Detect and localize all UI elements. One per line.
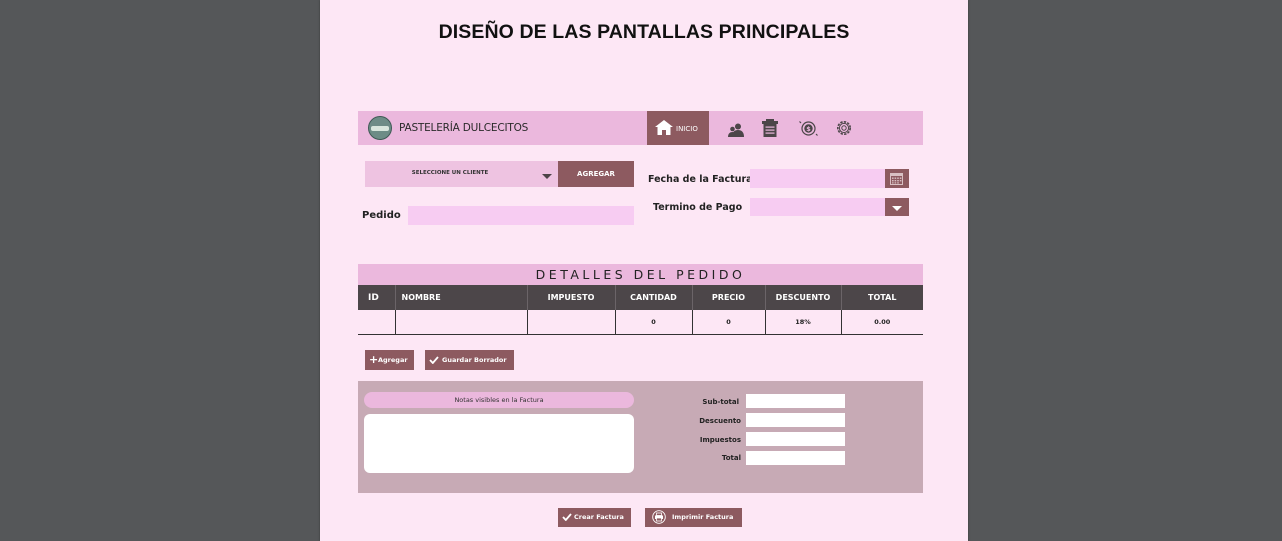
client-select-value: SELECCIONE UN CLIENTE — [411, 170, 489, 176]
order-field[interactable] — [408, 206, 634, 225]
table-cell[interactable] — [527, 310, 616, 335]
total-field[interactable] — [746, 451, 845, 465]
home-icon — [655, 120, 673, 135]
print-invoice-label: Imprimir Factura — [672, 513, 734, 521]
create-invoice-label: Crear Factura — [574, 513, 624, 521]
check-icon — [562, 513, 572, 521]
table-cell[interactable] — [358, 310, 396, 335]
invoice-date-field[interactable] — [750, 169, 885, 188]
printer-icon — [652, 510, 666, 524]
add-item-label: Agregar — [378, 356, 408, 364]
taxes-label: Impuestos — [699, 436, 741, 444]
calendar-icon — [890, 173, 903, 185]
column-header-quantity: CANTIDAD — [615, 285, 693, 310]
subtotal-label: Sub-total — [702, 398, 739, 406]
inventory-icon[interactable] — [762, 119, 778, 137]
payment-term-label: Termino de Pago — [653, 202, 743, 213]
taxes-field[interactable] — [746, 432, 845, 446]
save-draft-label: Guardar Borrador — [442, 356, 507, 364]
print-invoice-button[interactable]: Imprimir Factura — [645, 508, 742, 527]
table-header-row: ID NOMBRE IMPUESTO CANTIDAD PRECIO DESCU… — [358, 285, 923, 310]
subtotal-field[interactable] — [746, 394, 845, 408]
document-page: DISEÑO DE LAS PANTALLAS PRINCIPALES PAST… — [320, 0, 968, 541]
settings-icon[interactable] — [836, 120, 852, 136]
discount-label: Descuento — [699, 417, 741, 425]
column-header-name: NOMBRE — [395, 285, 528, 310]
notes-textarea[interactable] — [364, 414, 634, 473]
app-navbar: PASTELERÍA DULCECITOS INICIO $ — [358, 111, 923, 145]
svg-text:$: $ — [806, 125, 811, 133]
details-title: DETALLES DEL PEDIDO — [358, 264, 923, 285]
billing-icon[interactable]: $ — [799, 119, 818, 138]
table-cell[interactable] — [395, 310, 528, 335]
table-cell[interactable]: 0 — [692, 310, 766, 335]
order-label: Pedido — [362, 210, 401, 221]
payment-term-dropdown-button[interactable] — [885, 198, 909, 216]
brand-logo — [368, 116, 392, 140]
invoice-date-label: Fecha de la Factura — [648, 174, 753, 185]
plus-icon: + — [369, 353, 379, 366]
add-item-button[interactable]: + Agregar — [365, 350, 414, 370]
chevron-down-icon — [892, 206, 902, 211]
notes-totals-panel: Notas visibles en la Factura Sub-total D… — [358, 381, 923, 493]
client-select[interactable]: SELECCIONE UN CLIENTE — [365, 161, 558, 187]
column-header-total: TOTAL — [841, 285, 923, 310]
column-header-discount: DESCUENTO — [765, 285, 842, 310]
table-row[interactable]: 0 0 18% 0.00 — [358, 310, 923, 335]
customers-icon[interactable] — [728, 123, 744, 137]
nav-inicio-label: INICIO — [676, 125, 698, 133]
order-details-table: ID NOMBRE IMPUESTO CANTIDAD PRECIO DESCU… — [358, 285, 923, 335]
table-cell[interactable]: 18% — [765, 310, 842, 335]
column-header-price: PRECIO — [692, 285, 766, 310]
discount-field[interactable] — [746, 413, 845, 427]
column-header-id: ID — [358, 285, 396, 310]
chevron-down-icon — [542, 174, 552, 179]
page-title: DISEÑO DE LAS PANTALLAS PRINCIPALES — [438, 21, 850, 43]
nav-inicio-button[interactable]: INICIO — [647, 111, 709, 145]
brand-name: PASTELERÍA DULCECITOS — [399, 122, 529, 134]
table-cell[interactable]: 0 — [615, 310, 693, 335]
save-draft-button[interactable]: Guardar Borrador — [425, 350, 514, 370]
calendar-button[interactable] — [885, 169, 909, 188]
create-invoice-button[interactable]: Crear Factura — [558, 508, 631, 527]
payment-term-select[interactable] — [750, 198, 885, 216]
add-client-button[interactable]: AGREGAR — [558, 161, 634, 187]
total-label: Total — [721, 454, 741, 462]
notes-label: Notas visibles en la Factura — [364, 392, 634, 408]
column-header-tax: IMPUESTO — [527, 285, 616, 310]
table-cell[interactable]: 0.00 — [841, 310, 923, 335]
check-icon — [429, 356, 439, 364]
